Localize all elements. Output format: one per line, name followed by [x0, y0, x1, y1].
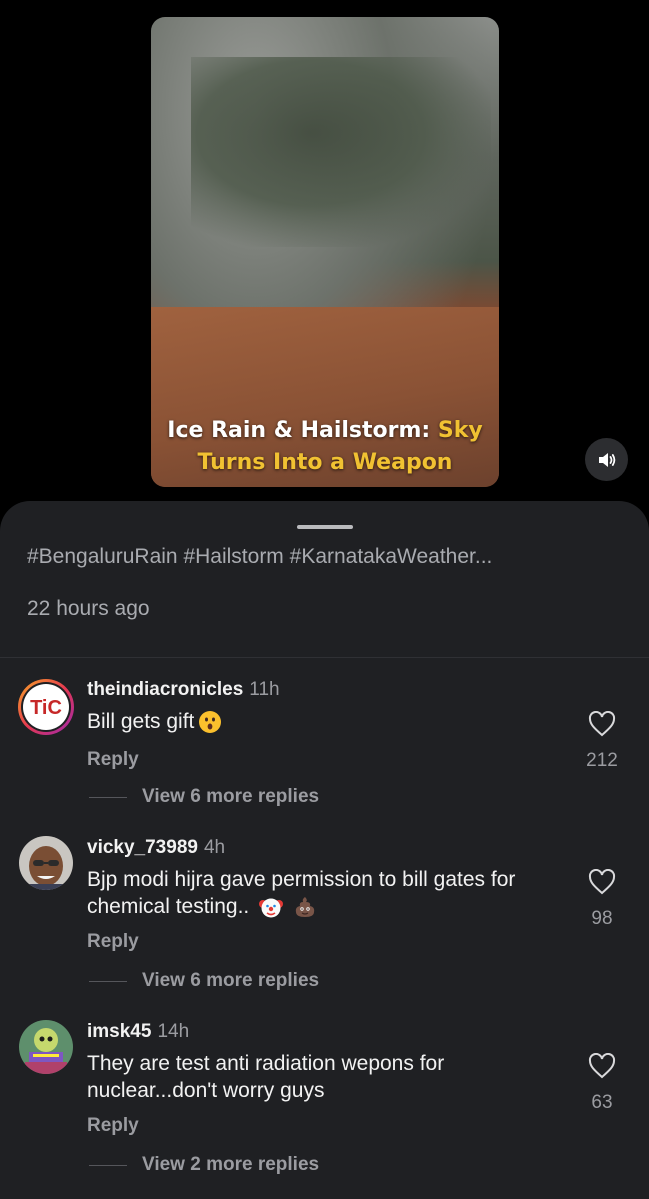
sheet-grabber[interactable]	[297, 525, 353, 529]
astonished-face-icon	[199, 711, 222, 734]
profile-art-icon	[19, 1020, 73, 1074]
comment-age: 11h	[249, 679, 280, 700]
like-count: 98	[591, 908, 613, 929]
heart-icon[interactable]	[588, 711, 616, 737]
comment-text: Bill gets gift	[87, 708, 557, 735]
clown-face-icon	[259, 898, 284, 918]
comments-sheet: #BengaluruRain #Hailstorm #KarnatakaWeat…	[0, 501, 649, 1199]
divider	[0, 657, 649, 658]
comment-age: 4h	[203, 837, 226, 858]
avatar[interactable]	[19, 836, 73, 890]
svg-text:TiC: TiC	[30, 697, 62, 719]
video-trees	[191, 57, 491, 247]
thread-line	[89, 1165, 127, 1166]
comment-text: Bjp modi hijra gave permission to bill g…	[87, 868, 516, 918]
comment-username[interactable]: imsk45 14h	[87, 1021, 189, 1043]
reply-button[interactable]: Reply	[87, 749, 139, 771]
avatar[interactable]	[19, 1020, 73, 1074]
reply-button[interactable]: Reply	[87, 1115, 139, 1137]
like-count: 212	[586, 750, 618, 771]
avatar[interactable]: TiC	[17, 678, 75, 736]
heart-icon[interactable]	[588, 1053, 616, 1079]
post-timestamp: 22 hours ago	[27, 597, 150, 620]
speaker-icon	[598, 452, 615, 467]
comment-username[interactable]: theindiacronicles 11h	[87, 679, 280, 701]
thread-line	[89, 981, 127, 982]
mute-button[interactable]	[585, 438, 628, 481]
comment-text: They are test anti radiation wepons for …	[87, 1052, 445, 1102]
reply-button[interactable]: Reply	[87, 931, 139, 953]
pile-of-poo-icon	[295, 897, 315, 918]
comment-age: 14h	[157, 1021, 190, 1042]
video-player[interactable]: Ice Rain & Hailstorm: Sky Turns Into a W…	[151, 17, 499, 487]
tic-logo-icon: TiC	[18, 679, 74, 735]
view-replies-button[interactable]: View 6 more replies	[142, 786, 319, 808]
view-replies-button[interactable]: View 6 more replies	[142, 970, 319, 992]
like-count: 63	[591, 1092, 613, 1113]
thread-line	[89, 797, 127, 798]
comment-username[interactable]: vicky_73989 4h	[87, 837, 225, 859]
video-caption: Ice Rain & Hailstorm: Sky Turns Into a W…	[167, 418, 483, 475]
post-hashtags[interactable]: #BengaluruRain #Hailstorm #KarnatakaWeat…	[27, 545, 492, 569]
view-replies-button[interactable]: View 2 more replies	[142, 1154, 319, 1176]
profile-photo-icon	[19, 836, 73, 890]
heart-icon[interactable]	[588, 869, 616, 895]
